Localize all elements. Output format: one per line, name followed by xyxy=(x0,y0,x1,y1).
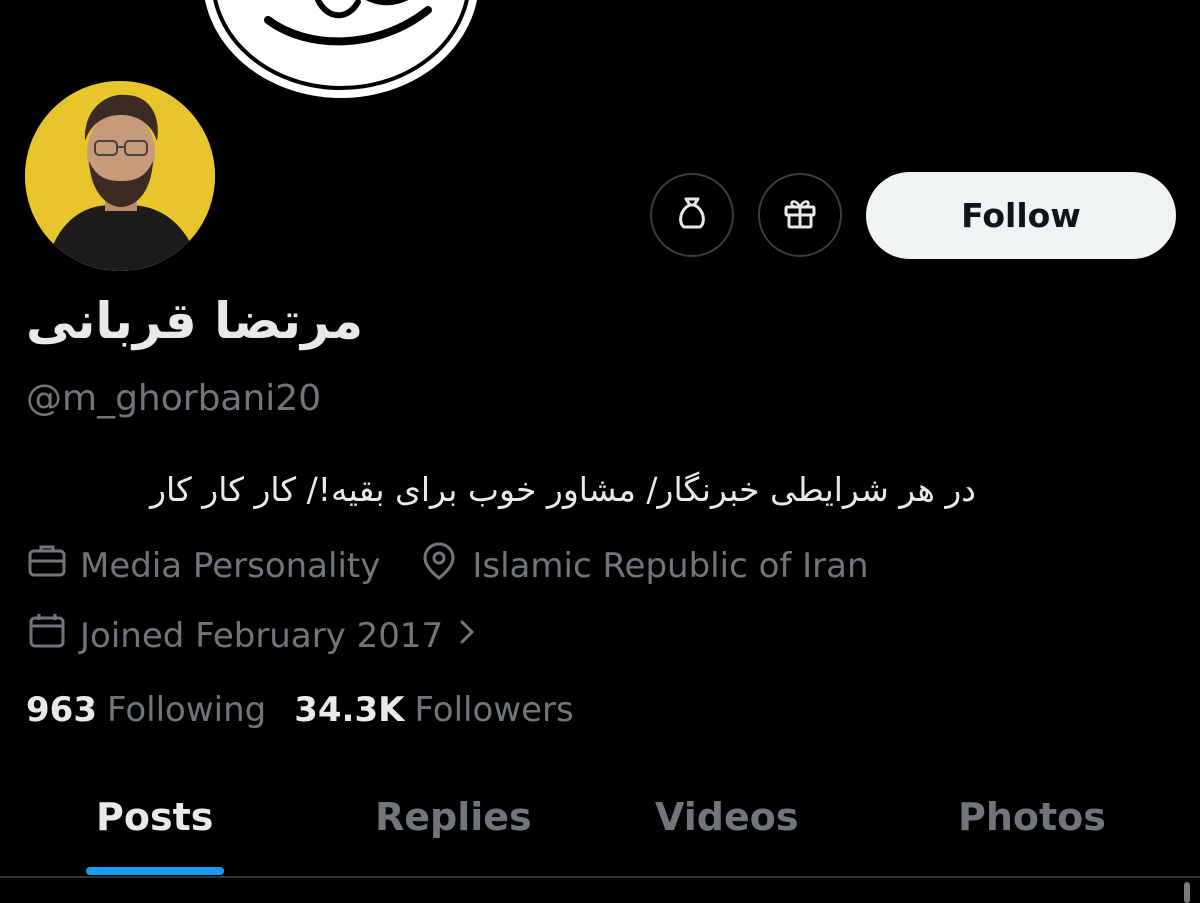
following-count: 963 xyxy=(26,690,97,730)
gift-button[interactable] xyxy=(758,173,842,257)
briefcase-icon xyxy=(26,540,80,591)
chevron-right-icon xyxy=(457,616,489,656)
user-handle: @m_ghorbani20 xyxy=(26,378,322,419)
profile-bio: در هر شرایطی خبرنگار/ مشاور خوب برای بقی… xyxy=(150,470,976,509)
joined-item[interactable]: Joined February 2017 xyxy=(26,610,489,661)
gift-icon xyxy=(780,193,820,237)
tab-replies[interactable]: Replies xyxy=(375,795,532,839)
profile-meta-row: Media Personality Islamic Republic of Ir… xyxy=(26,540,869,591)
tabs-divider xyxy=(0,876,1200,878)
follow-button[interactable]: Follow xyxy=(866,172,1176,259)
tip-button[interactable] xyxy=(650,173,734,257)
joined-row[interactable]: Joined February 2017 xyxy=(26,610,489,661)
followers-count: 34.3K xyxy=(294,690,405,730)
profile-tabs: Posts Replies Videos Photos xyxy=(0,770,1200,876)
location-item: Islamic Republic of Iran xyxy=(418,540,869,591)
active-tab-indicator xyxy=(86,867,224,875)
category-item: Media Personality xyxy=(26,540,380,591)
category-label: Media Personality xyxy=(80,545,381,586)
scrollbar[interactable] xyxy=(1184,882,1190,903)
display-name: مرتضا قربانی xyxy=(26,292,364,350)
banner-calligraphy-logo xyxy=(198,0,484,100)
money-bag-icon xyxy=(672,193,712,237)
location-label: Islamic Republic of Iran xyxy=(472,545,869,586)
following-stat[interactable]: 963 Following xyxy=(26,690,266,730)
avatar[interactable] xyxy=(22,78,218,274)
followers-label: Followers xyxy=(414,690,574,730)
follow-stats: 963 Following 34.3K Followers xyxy=(26,690,602,730)
following-label: Following xyxy=(106,690,267,730)
tab-photos[interactable]: Photos xyxy=(958,795,1106,839)
calendar-icon xyxy=(26,610,80,661)
tab-videos[interactable]: Videos xyxy=(655,795,798,839)
joined-label: Joined February 2017 xyxy=(80,615,444,656)
followers-stat[interactable]: 34.3K Followers xyxy=(294,690,574,730)
tab-posts[interactable]: Posts xyxy=(96,795,213,839)
location-pin-icon xyxy=(418,540,472,591)
